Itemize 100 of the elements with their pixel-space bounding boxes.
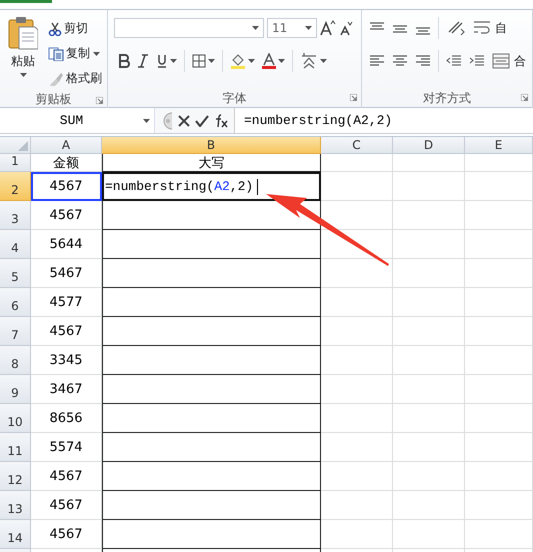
column-header[interactable]: A xyxy=(31,137,102,154)
row-header[interactable]: 6 xyxy=(0,288,31,317)
table-cell: 5644 xyxy=(31,230,102,259)
empty-cell xyxy=(393,346,465,375)
row-header[interactable]: 12 xyxy=(0,462,31,491)
empty-cell xyxy=(321,346,393,375)
wrap-text-button[interactable]: 自 xyxy=(473,20,507,36)
caret-icon[interactable] xyxy=(248,59,255,63)
caret-icon[interactable] xyxy=(170,59,177,63)
bold-icon[interactable] xyxy=(118,54,130,68)
group-label: 对齐方式 xyxy=(423,90,471,106)
row-header[interactable]: 13 xyxy=(0,491,31,520)
row-header[interactable]: 14 xyxy=(0,520,31,549)
formula-field[interactable]: =numberstring(A2,2) xyxy=(235,113,392,128)
empty-cell xyxy=(321,520,393,549)
row-header[interactable]: 8 xyxy=(0,346,31,375)
table-cell: 3345 xyxy=(31,346,102,375)
paste-button[interactable]: 粘贴 xyxy=(4,16,42,91)
row-header[interactable]: 4 xyxy=(0,230,31,259)
empty-cell xyxy=(393,404,465,433)
dialog-launcher-icon[interactable] xyxy=(521,94,528,101)
caret-icon[interactable] xyxy=(93,52,100,56)
decrease-indent-icon[interactable] xyxy=(446,54,462,68)
column-header[interactable]: C xyxy=(321,137,393,154)
empty-cell xyxy=(465,288,533,317)
table-cell: 4567 xyxy=(31,317,102,346)
caret-icon[interactable] xyxy=(278,59,285,63)
empty-cell xyxy=(465,375,533,404)
underline-icon[interactable] xyxy=(156,54,168,68)
align-center-icon[interactable] xyxy=(392,54,408,68)
orientation-icon[interactable] xyxy=(446,20,466,36)
empty-cell xyxy=(465,259,533,288)
empty-cell xyxy=(465,172,533,201)
empty-cell xyxy=(393,259,465,288)
scissors-icon xyxy=(48,22,62,36)
empty-cell xyxy=(321,172,393,201)
caret-icon[interactable] xyxy=(252,26,259,30)
caret-icon[interactable] xyxy=(143,118,150,122)
row-header[interactable]: 5 xyxy=(0,259,31,288)
table-cell: 大写 xyxy=(102,154,321,172)
empty-cell xyxy=(465,462,533,491)
phonetic-guide-icon[interactable] xyxy=(300,52,318,70)
caret-icon[interactable] xyxy=(208,59,215,63)
merge-button[interactable]: 合 xyxy=(492,52,526,70)
row-header[interactable]: 2 xyxy=(0,172,31,201)
empty-cell xyxy=(393,433,465,462)
empty-cell xyxy=(465,404,533,433)
formula-cell[interactable]: =numberstring(A2,2) xyxy=(102,172,321,201)
table-cell: 4567 xyxy=(31,172,102,201)
row-header[interactable]: 1 xyxy=(0,154,31,172)
group-label: 剪贴板 xyxy=(36,91,72,108)
empty-cell xyxy=(321,375,393,404)
row-header[interactable]: 9 xyxy=(0,375,31,404)
column-header[interactable]: D xyxy=(393,137,465,154)
table-cell: 5574 xyxy=(31,433,102,462)
wrap-text-icon xyxy=(473,20,491,36)
table-cell: 8656 xyxy=(31,404,102,433)
enter-icon[interactable] xyxy=(195,114,209,126)
empty-cell xyxy=(393,172,465,201)
align-left-icon[interactable] xyxy=(369,54,385,68)
empty-cell xyxy=(465,154,533,172)
cut-button[interactable]: 剪切 xyxy=(48,16,102,41)
copy-button[interactable]: 复制 xyxy=(48,45,90,62)
font-name-field[interactable] xyxy=(114,18,264,38)
dialog-launcher-icon[interactable] xyxy=(350,94,357,101)
empty-cell xyxy=(321,462,393,491)
handle-icon[interactable] xyxy=(161,112,173,130)
font-color-icon[interactable] xyxy=(262,53,276,69)
caret-icon[interactable] xyxy=(320,59,327,63)
caret-icon[interactable] xyxy=(305,26,312,30)
font-size-field[interactable]: 11 xyxy=(267,18,317,38)
merge-cells-icon xyxy=(492,53,510,69)
align-right-icon[interactable] xyxy=(415,54,431,68)
increase-indent-icon[interactable] xyxy=(469,54,485,68)
row-header[interactable]: 11 xyxy=(0,433,31,462)
row-header[interactable]: 7 xyxy=(0,317,31,346)
empty-cell xyxy=(321,317,393,346)
empty-cell xyxy=(465,346,533,375)
empty-cell xyxy=(321,404,393,433)
borders-icon[interactable] xyxy=(192,54,206,68)
column-header[interactable]: B xyxy=(102,137,321,154)
empty-cell xyxy=(393,230,465,259)
dialog-launcher-icon[interactable] xyxy=(96,97,103,104)
empty-cell xyxy=(321,433,393,462)
shrink-font-icon[interactable] xyxy=(339,20,353,36)
insert-function-icon[interactable] xyxy=(214,114,228,128)
brush-icon xyxy=(48,72,64,86)
table-cell: 5467 xyxy=(31,259,102,288)
table-cell: 4567 xyxy=(31,491,102,520)
row-header[interactable]: 3 xyxy=(0,201,31,230)
clipboard-icon xyxy=(8,16,38,50)
caret-icon[interactable] xyxy=(20,73,26,77)
column-header[interactable]: E xyxy=(465,137,533,154)
grow-font-icon[interactable] xyxy=(320,20,336,36)
empty-cell xyxy=(465,230,533,259)
empty-cell xyxy=(393,201,465,230)
cancel-icon[interactable] xyxy=(178,114,190,126)
italic-icon[interactable] xyxy=(137,54,149,68)
fill-bucket-icon[interactable] xyxy=(230,53,246,69)
row-header[interactable]: 10 xyxy=(0,404,31,433)
